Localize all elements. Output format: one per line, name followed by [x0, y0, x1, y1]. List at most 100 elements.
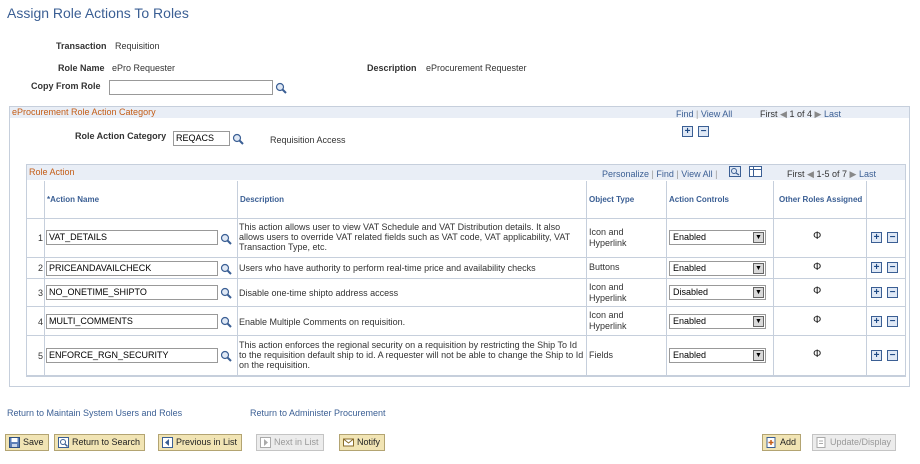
grid-view-all-link[interactable]: View All	[681, 169, 712, 179]
copy-from-role-lookup-icon[interactable]	[275, 82, 287, 94]
action-name-input[interactable]: ENFORCE_RGN_SECURITY	[46, 348, 218, 363]
table-row: 4 MULTI_COMMENTS Enable Multiple Comment…	[27, 307, 905, 336]
row-remove-icon[interactable]: −	[887, 232, 898, 243]
row-number: 4	[38, 317, 44, 327]
category-find-link[interactable]: Find	[676, 109, 694, 119]
chevron-down-icon[interactable]: ▼	[753, 316, 764, 327]
action-name-input[interactable]: NO_ONETIME_SHIPTO	[46, 285, 218, 300]
glasses-icon[interactable]: Ф	[813, 230, 821, 242]
role-action-category-lookup-icon[interactable]	[232, 133, 244, 145]
grid-next-icon[interactable]: ▶	[850, 169, 857, 179]
grid-prev-icon[interactable]: ◀	[807, 169, 814, 179]
action-name-lookup-icon[interactable]	[220, 316, 232, 328]
object-type: Fields	[589, 350, 614, 360]
row-add-icon[interactable]: +	[871, 287, 882, 298]
envelope-icon	[343, 438, 354, 447]
table-row: 5 ENFORCE_RGN_SECURITY This action enfor…	[27, 336, 905, 376]
copy-from-role-label: Copy From Role	[31, 81, 101, 91]
col-other-roles-header[interactable]: Other Roles Assigned	[774, 181, 867, 219]
action-description: Enable Multiple Comments on requisition.	[239, 317, 406, 327]
grid-find-link[interactable]: Find	[656, 169, 674, 179]
action-control-select[interactable]: Enabled ▼	[669, 314, 766, 329]
row-remove-icon[interactable]: −	[887, 262, 898, 273]
next-icon	[260, 437, 271, 448]
download-grid-icon[interactable]	[749, 166, 762, 177]
row-number: 1	[38, 233, 44, 243]
role-action-category-input[interactable]: REQACS	[173, 131, 230, 146]
action-control-select[interactable]: Enabled ▼	[669, 348, 766, 363]
action-name-lookup-icon[interactable]	[220, 233, 232, 245]
table-row: 1 VAT_DETAILS This action allows user to…	[27, 219, 905, 258]
category-prev-icon[interactable]: ◀	[780, 109, 787, 119]
glasses-icon[interactable]: Ф	[813, 314, 821, 326]
col-object-type-header[interactable]: Object Type	[587, 181, 667, 219]
row-add-icon[interactable]: +	[871, 350, 882, 361]
category-first-label[interactable]: First	[760, 109, 778, 119]
row-add-icon[interactable]: +	[871, 316, 882, 327]
chevron-down-icon[interactable]: ▼	[753, 350, 764, 361]
category-add-icon[interactable]: +	[682, 126, 693, 137]
next-in-list-button[interactable]: Next in List	[256, 434, 324, 451]
transaction-value: Requisition	[115, 41, 160, 51]
col-action-name-header[interactable]: *Action Name	[45, 181, 238, 219]
previous-in-list-button[interactable]: Previous in List	[158, 434, 243, 451]
description-value: eProcurement Requester	[426, 63, 527, 73]
chevron-down-icon[interactable]: ▼	[753, 232, 764, 243]
update-display-button[interactable]: Update/Display	[812, 434, 897, 451]
chevron-down-icon[interactable]: ▼	[753, 287, 764, 298]
description-label: Description	[367, 63, 417, 73]
grid-last-link[interactable]: Last	[859, 169, 876, 179]
object-type: Icon and Hyperlink	[589, 282, 627, 303]
row-add-icon[interactable]: +	[871, 232, 882, 243]
action-control-select[interactable]: Enabled ▼	[669, 230, 766, 245]
role-name-label: Role Name	[58, 63, 105, 73]
role-action-category-desc: Requisition Access	[270, 135, 346, 145]
object-type: Buttons	[589, 262, 620, 272]
action-description: Disable one-time shipto address access	[239, 288, 399, 298]
category-remove-icon[interactable]: −	[698, 126, 709, 137]
col-action-controls-header[interactable]: Action Controls	[667, 181, 774, 219]
category-view-all-link[interactable]: View All	[701, 109, 732, 119]
row-number: 2	[38, 263, 44, 273]
return-maintain-users-link[interactable]: Return to Maintain System Users and Role…	[7, 408, 182, 418]
action-name-lookup-icon[interactable]	[220, 263, 232, 275]
table-row: 2 PRICEANDAVAILCHECK Users who have auth…	[27, 258, 905, 279]
zoom-grid-icon[interactable]	[729, 166, 741, 177]
glasses-icon[interactable]: Ф	[813, 348, 821, 360]
add-button[interactable]: Add	[762, 434, 802, 451]
action-control-select[interactable]: Enabled ▼	[669, 261, 766, 276]
transaction-label: Transaction	[56, 41, 107, 51]
save-button[interactable]: Save	[5, 434, 49, 451]
page-title: Assign Role Actions To Roles	[7, 5, 189, 21]
action-name-input[interactable]: VAT_DETAILS	[46, 230, 218, 245]
action-name-input[interactable]: MULTI_COMMENTS	[46, 314, 218, 329]
glasses-icon[interactable]: Ф	[813, 285, 821, 297]
return-administer-procurement-link[interactable]: Return to Administer Procurement	[250, 408, 386, 418]
action-control-select[interactable]: Disabled ▼	[669, 285, 766, 300]
action-name-input[interactable]: PRICEANDAVAILCHECK	[46, 261, 218, 276]
col-actions-header	[867, 181, 905, 219]
row-remove-icon[interactable]: −	[887, 350, 898, 361]
grid-count: 1-5 of 7	[816, 169, 847, 179]
row-remove-icon[interactable]: −	[887, 316, 898, 327]
category-last-link[interactable]: Last	[824, 109, 841, 119]
action-name-lookup-icon[interactable]	[220, 350, 232, 362]
category-next-icon[interactable]: ▶	[815, 109, 822, 119]
action-name-lookup-icon[interactable]	[220, 287, 232, 299]
role-action-category-label: Role Action Category	[75, 131, 167, 141]
return-to-search-button[interactable]: Return to Search	[54, 434, 146, 451]
col-description-header[interactable]: Description	[238, 181, 587, 219]
role-name-value: ePro Requester	[112, 63, 176, 73]
row-number: 5	[38, 351, 44, 361]
return-search-icon	[58, 437, 69, 448]
chevron-down-icon[interactable]: ▼	[753, 263, 764, 274]
role-action-grid-title: Role Action	[29, 167, 75, 177]
copy-from-role-input[interactable]	[109, 80, 273, 95]
grid-first-label[interactable]: First	[787, 169, 805, 179]
row-remove-icon[interactable]: −	[887, 287, 898, 298]
notify-button[interactable]: Notify	[339, 434, 386, 451]
grid-personalize-link[interactable]: Personalize	[602, 169, 649, 179]
row-add-icon[interactable]: +	[871, 262, 882, 273]
glasses-icon[interactable]: Ф	[813, 261, 821, 273]
object-type: Icon and Hyperlink	[589, 227, 627, 248]
